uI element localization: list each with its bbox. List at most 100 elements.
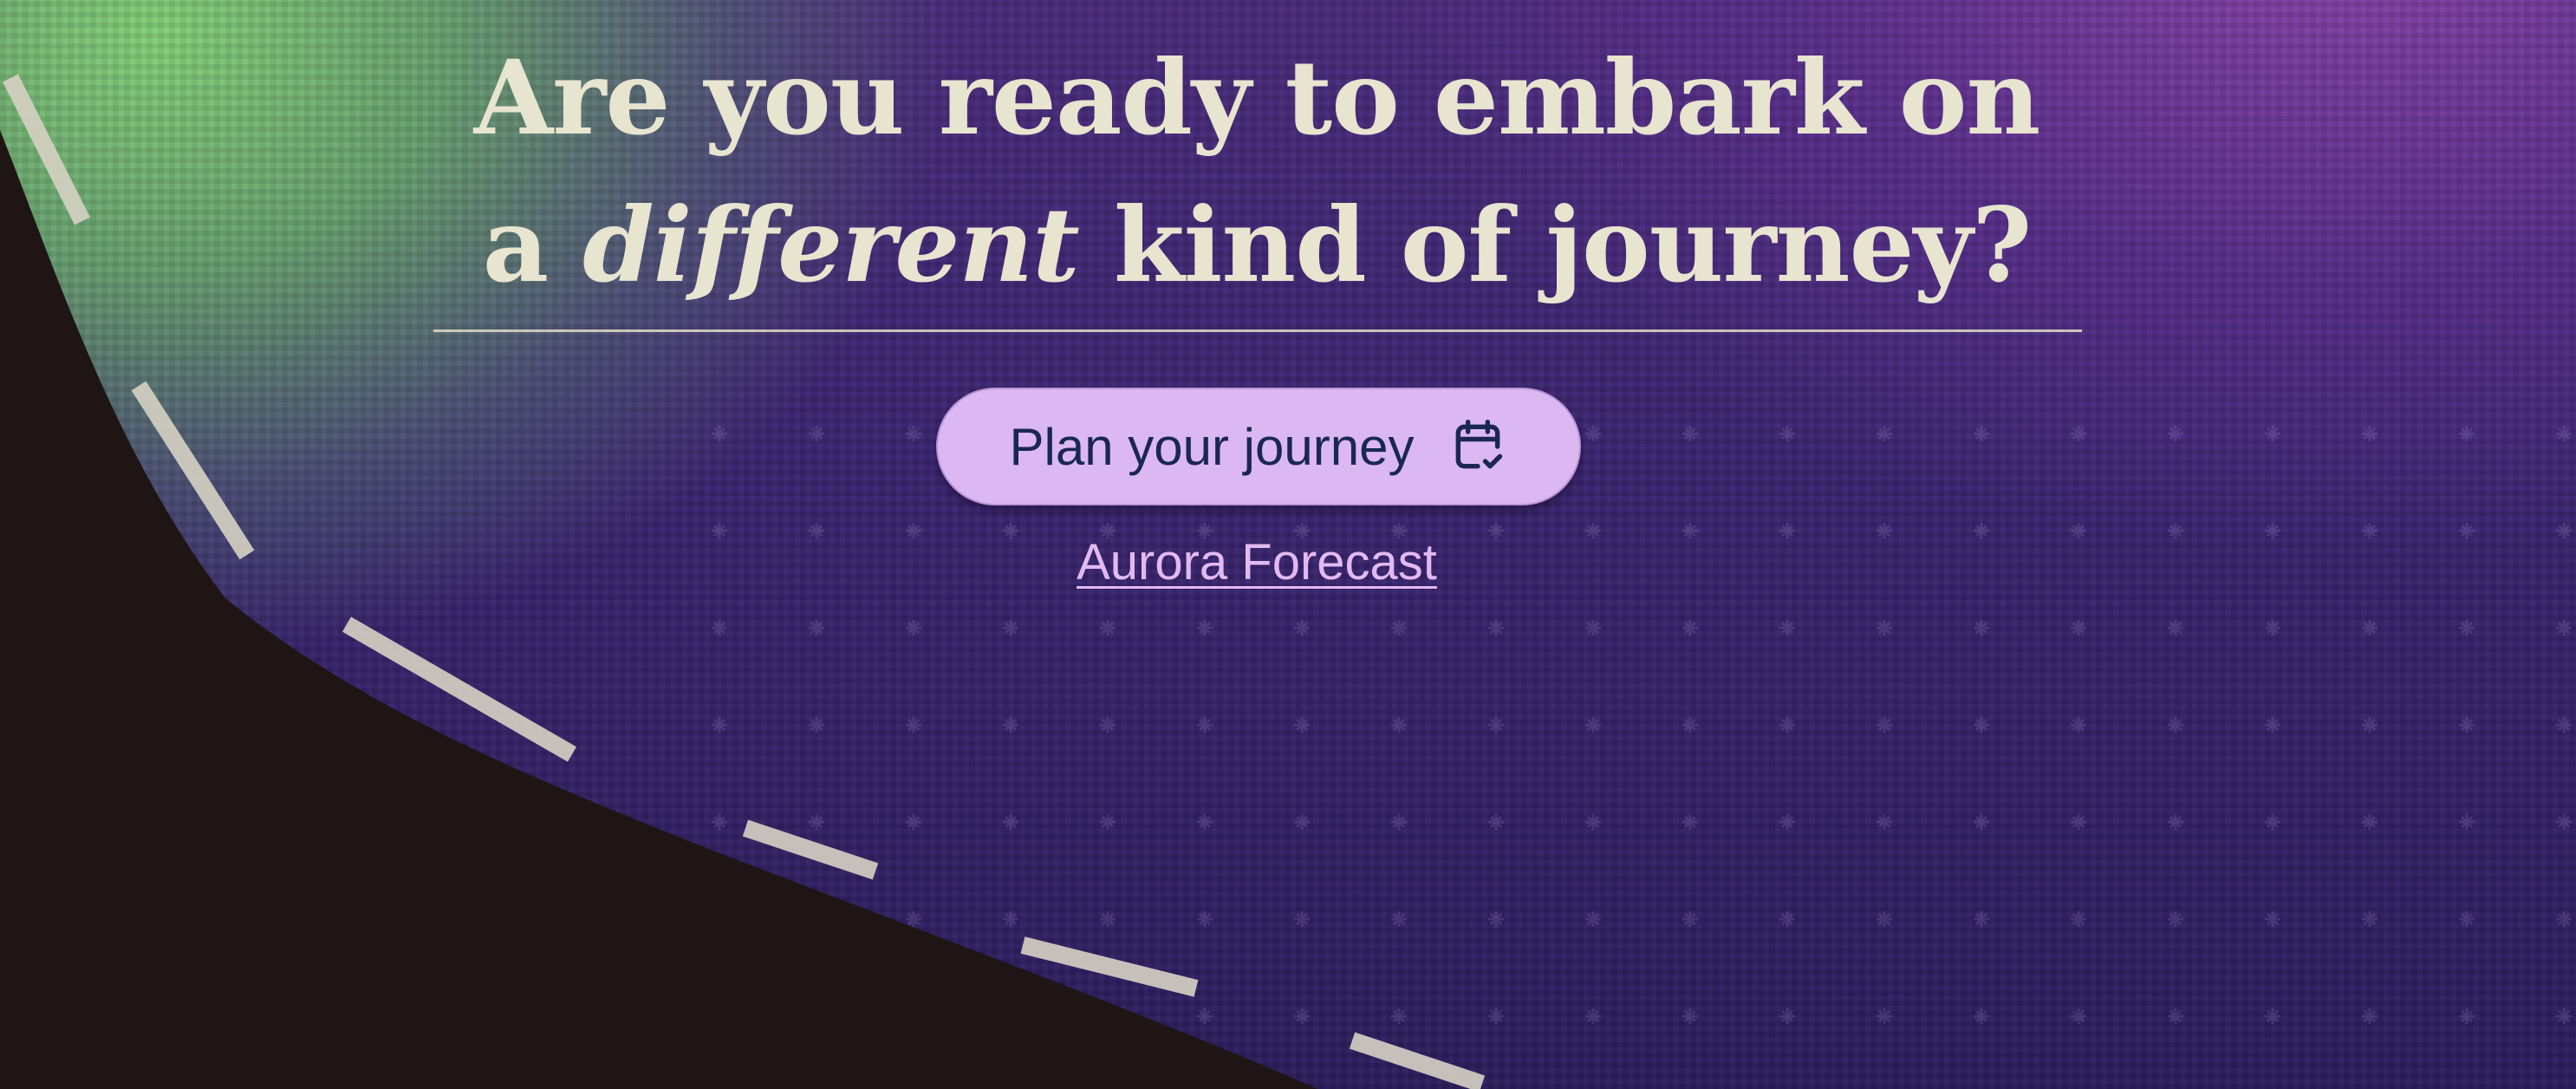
sparkle-star [1003, 523, 1018, 538]
sparkle-star [2168, 620, 2183, 636]
sparkle-star [1197, 814, 1213, 830]
sparkle-star [1197, 911, 1213, 927]
sparkle-star [2556, 523, 2572, 538]
sparkle-star [1488, 911, 1504, 927]
sparkle-star [2071, 717, 2086, 733]
sparkle-star [2265, 814, 2280, 830]
sparkle-star [1391, 911, 1407, 927]
hero-section: Are you ready to embark on a different k… [0, 0, 2576, 1089]
sparkle-star [809, 717, 824, 733]
sparkle-star [1974, 911, 1989, 927]
sparkle-star [906, 426, 921, 441]
sparkle-star [1003, 911, 1018, 927]
sparkle-star [1391, 1008, 1407, 1024]
sparkle-star [2459, 814, 2475, 830]
sparkle-star [2265, 1008, 2280, 1024]
sparkle-star [2362, 911, 2378, 927]
sparkle-star [1585, 523, 1601, 538]
sparkle-star [1003, 814, 1018, 830]
sparkle-star [809, 523, 824, 538]
sparkle-star [2265, 523, 2280, 538]
sparkle-star [1974, 426, 1989, 441]
sparkle-star [1682, 717, 1698, 733]
sparkle-star [2459, 620, 2475, 636]
sparkle-star [2556, 814, 2572, 830]
sparkle-star [1391, 717, 1407, 733]
sparkle-star [2071, 911, 2086, 927]
sparkle-star [1877, 1008, 1892, 1024]
sparkle-star [809, 620, 824, 636]
sparkle-star [1488, 814, 1504, 830]
plan-journey-button[interactable]: Plan your journey [936, 388, 1581, 505]
sparkle-star [1779, 523, 1795, 538]
sparkle-star [2265, 426, 2280, 441]
sparkle-star [1682, 523, 1698, 538]
sparkle-star [1003, 620, 1018, 636]
sparkle-star [2362, 814, 2378, 830]
sparkle-star [712, 426, 727, 441]
sparkle-star [2362, 523, 2378, 538]
sparkle-star [1294, 1008, 1310, 1024]
sparkle-star [2071, 523, 2086, 538]
sparkle-star [2071, 620, 2086, 636]
sparkle-star [712, 717, 727, 733]
plan-journey-label: Plan your journey [1009, 417, 1415, 476]
sparkle-star [906, 620, 921, 636]
sparkle-star [1197, 620, 1213, 636]
sparkle-star [1294, 717, 1310, 733]
sparkle-star [1585, 911, 1601, 927]
headline-line-2: a different kind of journey? [433, 172, 2080, 319]
sparkle-star [712, 620, 727, 636]
sparkle-star [1974, 1008, 1989, 1024]
sparkle-star [906, 911, 921, 927]
sparkle-star [1488, 717, 1504, 733]
sparkle-star [1585, 1008, 1601, 1024]
sparkle-star [1100, 911, 1116, 927]
hero-headline: Are you ready to embark on a different k… [433, 24, 2080, 319]
sparkle-star [712, 814, 727, 830]
sparkle-star [1779, 717, 1795, 733]
sparkle-star [2362, 1008, 2378, 1024]
sparkle-star [2556, 911, 2572, 927]
sparkle-star [2459, 523, 2475, 538]
sparkle-star [2459, 1008, 2475, 1024]
sparkle-star [2556, 426, 2572, 441]
sparkle-star [1779, 426, 1795, 441]
sparkle-star [2556, 1008, 2572, 1024]
sparkle-star [2265, 717, 2280, 733]
sparkle-star [2362, 426, 2378, 441]
sparkle-star [1391, 620, 1407, 636]
sparkle-star [2556, 620, 2572, 636]
sparkle-star [1488, 620, 1504, 636]
aurora-forecast-link[interactable]: Aurora Forecast [1023, 533, 1491, 591]
sparkle-star [1974, 717, 1989, 733]
sparkle-star [1585, 426, 1601, 441]
sparkle-star [712, 523, 727, 538]
sparkle-star [1877, 523, 1892, 538]
sparkle-star [2168, 814, 2183, 830]
sparkle-star [1877, 814, 1892, 830]
sparkle-star [1100, 814, 1116, 830]
sparkle-star [1877, 620, 1892, 636]
sparkle-star [1974, 814, 1989, 830]
sparkle-star [1974, 620, 1989, 636]
sparkle-star [1974, 523, 1989, 538]
sparkle-star [2556, 717, 2572, 733]
sparkle-star [2168, 426, 2183, 441]
sparkle-star [2459, 717, 2475, 733]
sparkle-star [1779, 1008, 1795, 1024]
sparkle-star [2168, 1008, 2183, 1024]
sparkle-star [1197, 717, 1213, 733]
headline-emphasis: different [582, 185, 1079, 305]
sparkle-star [1877, 911, 1892, 927]
sparkle-star [2362, 717, 2378, 733]
sparkle-star [1197, 1008, 1213, 1024]
sparkle-star [2459, 911, 2475, 927]
sparkle-star [2168, 523, 2183, 538]
headline-line-2-prefix: a [482, 185, 583, 305]
sparkle-star [1779, 620, 1795, 636]
sparkle-star [1294, 814, 1310, 830]
star-pattern [712, 426, 2572, 1024]
sparkle-star [1682, 1008, 1698, 1024]
sparkle-star [906, 814, 921, 830]
